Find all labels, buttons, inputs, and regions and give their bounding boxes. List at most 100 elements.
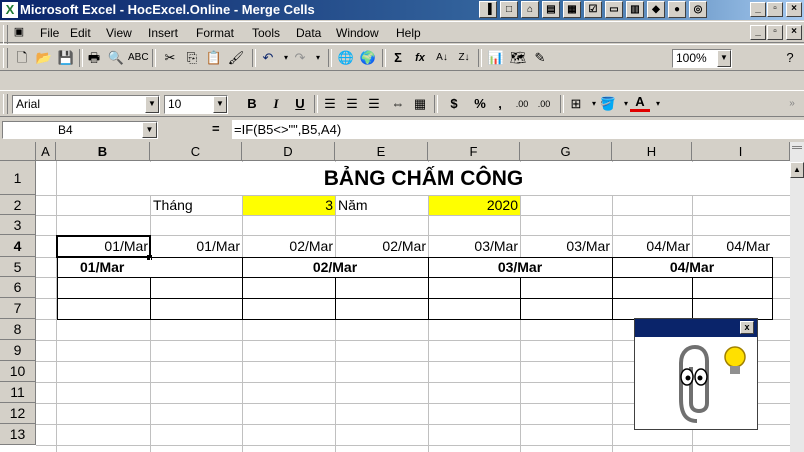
column-header-f[interactable]: F (428, 142, 520, 161)
cell-f4[interactable]: 03/Mar (428, 236, 518, 256)
print-preview-icon[interactable]: 🔍 (106, 49, 126, 67)
print-icon[interactable]: 🖶 (84, 49, 104, 67)
shape-icon[interactable]: ◆ (647, 1, 665, 18)
redo-icon[interactable]: ↷ (290, 49, 310, 67)
open-folder-icon[interactable]: ⌂ (521, 1, 539, 18)
sort-ascending-icon[interactable]: A↓ (432, 49, 452, 67)
month-label[interactable]: Tháng (153, 196, 193, 215)
cell-g4[interactable]: 03/Mar (520, 236, 610, 256)
help-icon[interactable]: ? (780, 49, 800, 67)
blank-page-icon[interactable]: □ (500, 1, 518, 18)
menu-format[interactable]: Format (196, 26, 234, 40)
menu-data[interactable]: Data (296, 26, 321, 40)
menu-insert[interactable]: Insert (148, 26, 178, 40)
decrease-decimal-button[interactable]: .00 (534, 95, 554, 113)
menu-view[interactable]: View (106, 26, 132, 40)
map-icon[interactable]: 🗺 (508, 49, 528, 67)
column-header-a[interactable]: A (36, 142, 56, 161)
column-header-b[interactable]: B (56, 142, 150, 161)
format-painter-icon[interactable]: 🖌 (226, 49, 246, 67)
cell-c4[interactable]: 01/Mar (150, 236, 240, 256)
menu-help[interactable]: Help (396, 26, 421, 40)
sort-descending-icon[interactable]: Z↓ (454, 49, 474, 67)
row-header-6[interactable]: 6 (0, 277, 36, 298)
font-color-dropdown-icon[interactable]: ▾ (648, 95, 668, 113)
zoom-select[interactable]: 100% ▼ (672, 49, 732, 68)
listbox-icon[interactable]: ▥ (626, 1, 644, 18)
month-value-cell[interactable]: 3 (243, 196, 335, 215)
bold-button[interactable]: B (242, 95, 262, 113)
font-size-select[interactable]: 10 ▼ (164, 95, 228, 114)
cell-f5-merged[interactable]: 03/Mar (428, 258, 612, 277)
save-icon[interactable]: 💾 (56, 49, 76, 67)
cut-icon[interactable]: ✂ (160, 49, 180, 67)
menu-tools[interactable]: Tools (252, 26, 280, 40)
borders-icon[interactable]: ⊞ (566, 95, 586, 113)
column-header-h[interactable]: H (612, 142, 692, 161)
select-all-corner[interactable] (0, 142, 36, 161)
sheet-title[interactable]: BẢNG CHẤM CÔNG (57, 162, 790, 195)
drawing-icon[interactable]: ✎ (530, 49, 550, 67)
toolbar-grip[interactable] (3, 94, 8, 114)
assistant-title-bar[interactable]: x (635, 319, 757, 337)
menu-edit[interactable]: Edit (70, 26, 91, 40)
row-header-10[interactable]: 10 (0, 361, 36, 382)
row-header-8[interactable]: 8 (0, 319, 36, 340)
chevron-down-icon[interactable]: ▼ (213, 96, 227, 113)
restore-window-icon[interactable]: ▫ (767, 2, 783, 17)
menu-window[interactable]: Window (336, 26, 379, 40)
print-preview-icon[interactable]: ▤ (542, 1, 560, 18)
column-header-i[interactable]: I (692, 142, 790, 161)
minimize-window-icon[interactable]: _ (750, 2, 766, 17)
paste-icon[interactable]: 📋 (204, 49, 224, 67)
toolbar-grip[interactable] (3, 48, 8, 68)
cell-h5-merged[interactable]: 04/Mar (612, 258, 772, 277)
web-toolbar-icon[interactable]: 🌍 (358, 49, 378, 67)
merge-center-icon[interactable]: ⇔ (388, 95, 408, 113)
restore-workbook-icon[interactable]: ▫ (767, 25, 783, 40)
row-header-12[interactable]: 12 (0, 403, 36, 424)
spelling-icon[interactable]: ABC (128, 49, 149, 67)
menu-grip[interactable] (3, 25, 8, 45)
chevron-down-icon[interactable]: ▼ (142, 122, 157, 138)
chevron-down-icon[interactable]: ▼ (145, 96, 159, 113)
cell-e4[interactable]: 02/Mar (335, 236, 426, 256)
open-icon[interactable]: 📂 (34, 49, 54, 67)
cell-h4[interactable]: 04/Mar (612, 236, 690, 256)
more-buttons-icon[interactable]: » (782, 95, 802, 113)
increase-decimal-button[interactable]: .00 (512, 95, 532, 113)
workbook-icon[interactable]: ▣ (9, 23, 29, 41)
new-icon[interactable]: 🗋 (12, 49, 32, 67)
row-header-1[interactable]: 1 (0, 161, 36, 195)
vertical-scrollbar[interactable]: ▲ (790, 142, 804, 452)
name-box[interactable]: B4 ▼ (2, 121, 158, 139)
year-value-cell[interactable]: 2020 (429, 196, 520, 215)
checkbox-icon[interactable]: ☑ (584, 1, 602, 18)
cell-d5-merged[interactable]: 02/Mar (242, 258, 428, 277)
currency-button[interactable]: $ (444, 95, 464, 113)
row-header-3[interactable]: 3 (0, 215, 36, 235)
underline-button[interactable]: U (290, 95, 310, 113)
formula-input[interactable]: =IF(B5<>"",B5,A4) (232, 120, 804, 139)
scroll-up-icon[interactable]: ▲ (790, 162, 804, 178)
column-header-c[interactable]: C (150, 142, 242, 161)
undo-icon[interactable]: ↶ (258, 49, 278, 67)
fill-color-icon[interactable]: 🪣 (598, 95, 618, 113)
tool-icon[interactable]: ◎ (689, 1, 707, 18)
cell-b4[interactable]: 01/Mar (56, 236, 148, 256)
align-center-icon[interactable]: ☰ (342, 95, 362, 113)
row-header-13[interactable]: 13 (0, 424, 36, 445)
cell-b5-merged[interactable]: 01/Mar (80, 258, 124, 277)
copy-icon[interactable]: ⎘ (182, 49, 202, 67)
minimize-workbook-icon[interactable]: _ (750, 25, 766, 40)
row-header-5[interactable]: 5 (0, 257, 36, 277)
excel-app-icon[interactable]: X (2, 2, 18, 18)
edit-formula-button[interactable]: = (212, 121, 220, 136)
close-window-icon[interactable]: × (786, 2, 802, 17)
comma-button[interactable]: , (490, 95, 510, 113)
row-header-4[interactable]: 4 (0, 235, 36, 257)
column-header-g[interactable]: G (520, 142, 612, 161)
align-right-icon[interactable]: ☰ (364, 95, 384, 113)
chevron-down-icon[interactable]: ▼ (717, 50, 731, 67)
form-icon[interactable]: ▦ (563, 1, 581, 18)
